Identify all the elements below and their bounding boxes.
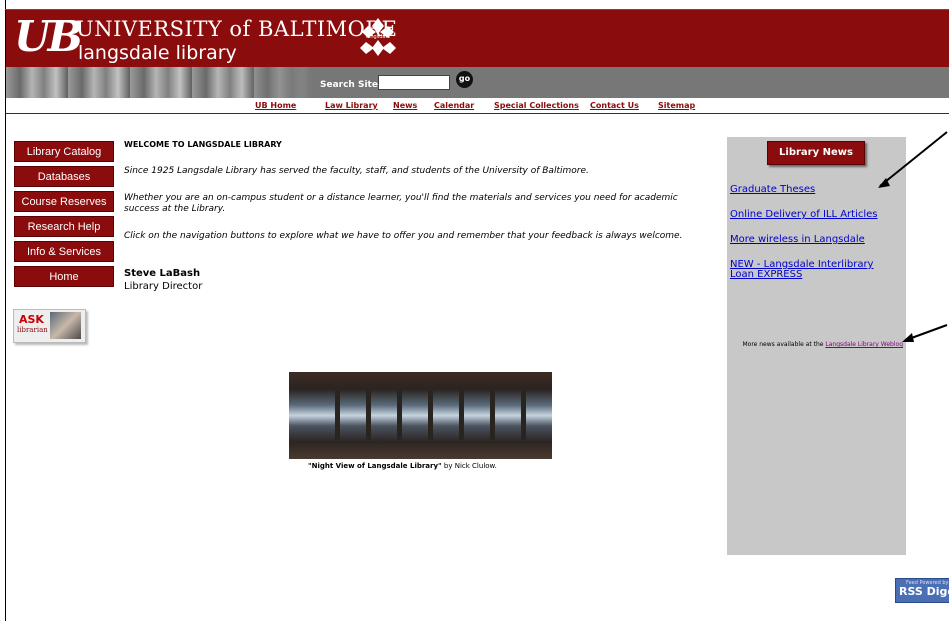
langsdale-emblem-icon: langsdale [360, 18, 396, 56]
sidebar-item-research-help[interactable]: Research Help [14, 216, 114, 237]
librarian-photo [50, 312, 81, 339]
ask-librarian-button[interactable]: ASK librarian [13, 309, 86, 343]
weblog-link[interactable]: Langsdale Library Weblog [825, 341, 903, 348]
library-name[interactable]: langsdale library [78, 42, 237, 64]
library-news-panel: Library News Graduate Theses Online Deli… [727, 137, 906, 555]
top-nav: UB Home Law Library News Calendar Specia… [6, 98, 949, 114]
search-go-button[interactable]: go [456, 71, 473, 88]
library-news-button[interactable]: Library News [767, 141, 865, 165]
ask-sub-label: librarian [17, 326, 48, 334]
night-view-photo [289, 372, 552, 459]
director-title: Library Director [124, 281, 203, 292]
director-name: Steve LaBash [124, 268, 201, 279]
intro-paragraph: Since 1925 Langsdale Library has served … [124, 166, 589, 176]
news-link-ill-express[interactable]: NEW - Langsdale Interlibrary Loan EXPRES… [730, 260, 900, 280]
university-name[interactable]: UNIVERSITY of BALTIMORE [76, 17, 398, 41]
news-link-graduate-theses[interactable]: Graduate Theses [730, 185, 900, 195]
welcome-heading: WELCOME TO LANGSDALE LIBRARY [124, 140, 282, 149]
news-link-wireless[interactable]: More wireless in Langsdale [730, 235, 900, 245]
emblem-label: langsdale [366, 34, 390, 40]
services-paragraph: Whether you are an on-campus student or … [124, 193, 678, 214]
caption-credit: by Nick Clulow. [441, 462, 497, 470]
more-news-prefix: More news available at the [742, 341, 826, 348]
more-news-note: More news available at the Langsdale Lib… [731, 341, 903, 349]
nav-news[interactable]: News [393, 101, 417, 110]
nav-law-library[interactable]: Law Library [325, 101, 378, 110]
search-label: Search Site [320, 80, 378, 90]
nav-ub-home[interactable]: UB Home [255, 101, 296, 110]
site-header: UB UNIVERSITY of BALTIMORE langsdale lib… [6, 10, 949, 67]
nav-calendar[interactable]: Calendar [434, 101, 474, 110]
ask-label: ASK [19, 313, 44, 326]
photo-search-strip: Search Site go [6, 67, 949, 98]
header-photo-collage [6, 67, 316, 98]
sidebar-item-databases[interactable]: Databases [14, 166, 114, 187]
rss-digest-badge[interactable]: Feed Powered by RSS Digest [895, 578, 949, 603]
arrow-to-weblog-link [905, 324, 948, 341]
caption-title: "Night View of Langsdale Library" [308, 462, 442, 470]
photo-caption: "Night View of Langsdale Library" by Nic… [308, 462, 497, 470]
sidebar-item-info-services[interactable]: Info & Services [14, 241, 114, 262]
search-input[interactable] [378, 75, 450, 90]
nav-sitemap[interactable]: Sitemap [658, 101, 695, 110]
nav-special-collections[interactable]: Special Collections [494, 101, 579, 110]
sidebar-item-library-catalog[interactable]: Library Catalog [14, 141, 114, 162]
navigation-paragraph: Click on the navigation buttons to explo… [124, 231, 683, 241]
ub-logo[interactable]: UB [14, 13, 83, 61]
news-link-ill-articles[interactable]: Online Delivery of ILL Articles [730, 210, 900, 220]
rss-digest-label: RSS Digest [899, 585, 949, 598]
nav-contact-us[interactable]: Contact Us [590, 101, 639, 110]
sidebar-item-course-reserves[interactable]: Course Reserves [14, 191, 114, 212]
sidebar-item-home[interactable]: Home [14, 266, 114, 287]
